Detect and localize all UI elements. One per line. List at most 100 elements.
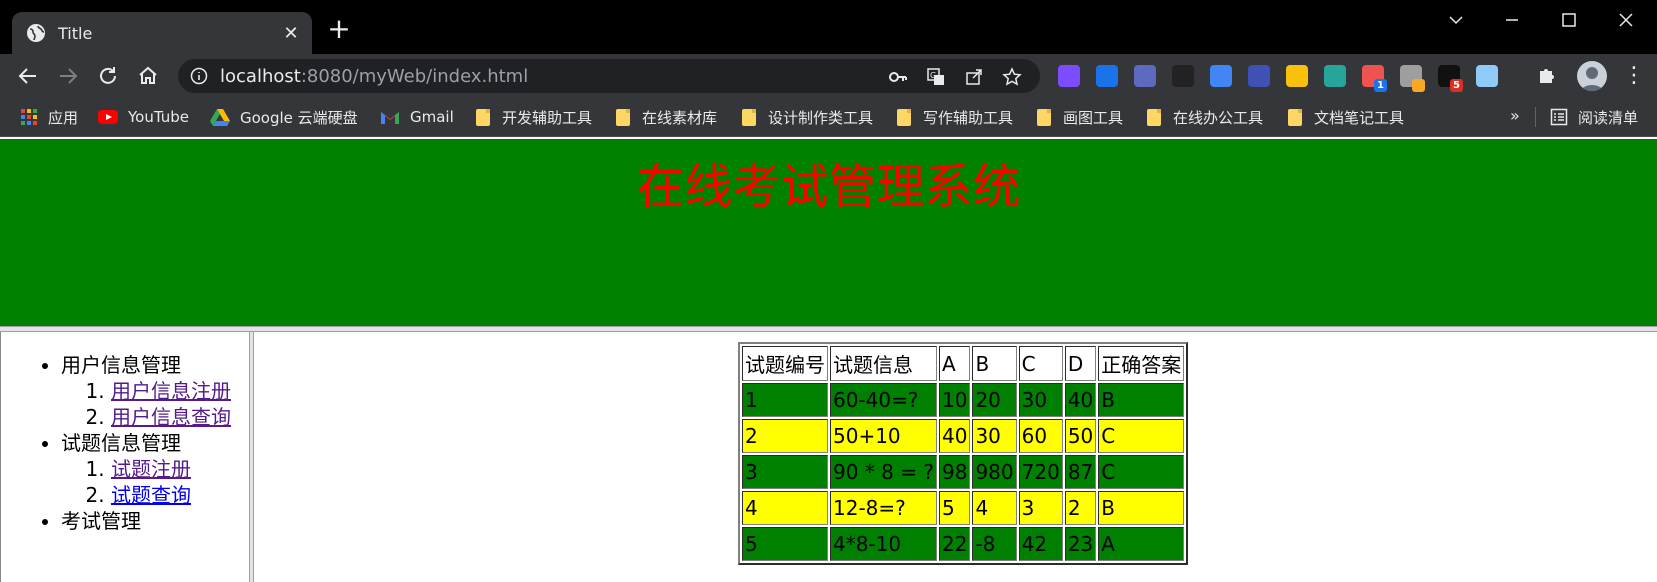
table-cell: 60 (1018, 419, 1063, 453)
close-tab-icon[interactable]: ✕ (276, 23, 306, 44)
bookmark-gmail[interactable]: Gmail (380, 98, 454, 136)
more-menu-icon[interactable]: ⋮ (1622, 64, 1646, 88)
submenu-item: 用户信息查询 (111, 404, 231, 430)
folder-icon (1288, 108, 1302, 126)
reading-list[interactable]: 阅读清单 (1550, 98, 1638, 136)
translate-icon[interactable]: G (926, 67, 946, 87)
table-cell: 60-40=? (830, 383, 937, 417)
screen-extension-icon[interactable] (1476, 65, 1498, 87)
table-cell: 2 (1064, 491, 1097, 525)
table-row: 2 50+10 40 30 60 50 C (742, 419, 1185, 453)
tab-search-icon[interactable] (1436, 6, 1476, 34)
menu-user-management: 用户信息管理 用户信息注册 用户信息查询 (61, 352, 231, 430)
question-query-link[interactable]: 试题查询 (111, 483, 191, 507)
table-header-row: 试题编号 试题信息 A B C D 正确答案 (742, 346, 1185, 381)
submenu-item: 试题注册 (111, 456, 231, 482)
translate-extension-icon[interactable] (1210, 65, 1232, 87)
bookmark-folder[interactable]: 在线办公工具 (1147, 98, 1263, 136)
puzzle-extensions-icon[interactable] (1536, 65, 1558, 87)
bookmark-folder-label: 设计制作类工具 (768, 108, 874, 127)
question-submenu: 试题注册 试题查询 (61, 456, 231, 508)
question-register-link[interactable]: 试题注册 (111, 457, 191, 481)
folder-icon (476, 108, 490, 126)
new-tab-icon[interactable]: + (326, 15, 352, 43)
more-bookmarks-icon[interactable]: » (1510, 106, 1520, 125)
bookmark-folder[interactable]: 在线素材库 (616, 98, 717, 136)
table-cell: 87 (1064, 455, 1097, 489)
bookmark-folder[interactable]: 文档笔记工具 (1288, 98, 1404, 136)
menu-exam-management: 考试管理 (61, 508, 231, 534)
menu-question-management-label: 试题信息管理 (61, 431, 181, 455)
table-header-cell: 试题编号 (742, 346, 828, 381)
user-register-link[interactable]: 用户信息注册 (111, 379, 231, 403)
url-text[interactable]: localhost:8080/myWeb/index.html (220, 66, 528, 87)
bookmark-folder[interactable]: 设计制作类工具 (742, 98, 873, 136)
table-cell: 5 (742, 527, 828, 561)
bookmark-star-icon[interactable] (1002, 67, 1022, 87)
table-cell: 980 (972, 455, 1017, 489)
table-cell: 30 (1018, 383, 1063, 417)
bookmarks-bar: 应用 YouTube Google 云端硬盘 Gmail 开发辅助工具 在线素材库… (0, 98, 1657, 137)
gem-extension-icon[interactable] (1096, 65, 1118, 87)
share-icon[interactable] (964, 67, 984, 87)
tab-strip: Title ✕ + (0, 0, 1657, 54)
bookmark-folder[interactable]: 画图工具 (1037, 98, 1123, 136)
back-arrow-icon[interactable] (16, 64, 40, 88)
bookmark-youtube[interactable]: YouTube (98, 98, 189, 136)
bookmark-gmail-label: Gmail (410, 108, 454, 126)
table-cell: 40 (938, 419, 971, 453)
url-path: :8080/myWeb/index.html (300, 65, 529, 87)
extension-badge (1412, 79, 1425, 92)
folder-icon (1147, 108, 1161, 126)
table-cell: 3 (742, 455, 828, 489)
browser-tab[interactable]: Title ✕ (12, 12, 312, 54)
question-table: 试题编号 试题信息 A B C D 正确答案 1 60-40=? 10 20 30 40 B 2 50+10 4… (738, 342, 1189, 565)
home-icon[interactable] (136, 64, 160, 88)
timer-extension-icon[interactable] (1134, 65, 1156, 87)
address-bar[interactable]: localhost:8080/myWeb/index.html G (178, 59, 1040, 93)
profile-avatar[interactable] (1577, 61, 1607, 91)
bookmark-apps[interactable]: 应用 (20, 98, 78, 136)
letter-l-extension-icon[interactable] (1172, 65, 1194, 87)
forward-arrow-icon[interactable] (56, 64, 80, 88)
extension-badge: 5 (1450, 79, 1463, 92)
download-extension-icon[interactable] (1286, 65, 1308, 87)
bookmark-folder-label: 在线素材库 (642, 108, 718, 127)
browser-toolbar: localhost:8080/myWeb/index.html G 1 5 ⋮ (0, 54, 1657, 98)
table-cell: 30 (972, 419, 1017, 453)
table-cell: 22 (938, 527, 971, 561)
bookmark-folder-label: 开发辅助工具 (502, 108, 593, 127)
maximize-icon[interactable] (1549, 6, 1589, 34)
table-row: 1 60-40=? 10 20 30 40 B (742, 383, 1185, 417)
extension-badge: 1 (1374, 79, 1387, 92)
key-icon[interactable] (888, 67, 908, 87)
table-cell: 40 (1064, 383, 1097, 417)
nav-menu: 用户信息管理 用户信息注册 用户信息查询 试题信息管理 试题注册 试题查询 考试… (1, 352, 231, 534)
table-cell: 4 (972, 491, 1017, 525)
table-cell: A (1098, 527, 1185, 561)
table-cell: 4*8-10 (830, 527, 937, 561)
submenu-item: 用户信息注册 (111, 378, 231, 404)
blocks-extension-icon[interactable] (1324, 65, 1346, 87)
table-header-cell: 试题信息 (830, 346, 937, 381)
reload-icon[interactable] (96, 64, 120, 88)
bookmark-folder-label: 画图工具 (1063, 108, 1124, 127)
bookmark-folder[interactable]: 开发辅助工具 (476, 98, 592, 136)
table-cell: 23 (1064, 527, 1097, 561)
bookmark-google-drive[interactable]: Google 云端硬盘 (210, 98, 358, 136)
minimize-icon[interactable] (1492, 6, 1532, 34)
site-info-icon[interactable] (190, 67, 208, 85)
menu-frame: 用户信息管理 用户信息注册 用户信息查询 试题信息管理 试题注册 试题查询 考试… (0, 332, 249, 582)
graduation-cap-extension-icon[interactable] (1248, 65, 1270, 87)
bookmark-youtube-label: YouTube (128, 108, 189, 126)
folder-icon (742, 108, 756, 126)
close-window-icon[interactable] (1606, 6, 1646, 34)
table-cell: 12-8=? (830, 491, 937, 525)
table-cell: 50 (1064, 419, 1097, 453)
apps-grid-icon (21, 109, 37, 125)
user-query-link[interactable]: 用户信息查询 (111, 405, 231, 429)
table-header-cell: C (1018, 346, 1063, 381)
table-cell: 42 (1018, 527, 1063, 561)
bookmark-folder[interactable]: 写作辅助工具 (897, 98, 1013, 136)
color-ring-extension-icon[interactable] (1058, 65, 1080, 87)
